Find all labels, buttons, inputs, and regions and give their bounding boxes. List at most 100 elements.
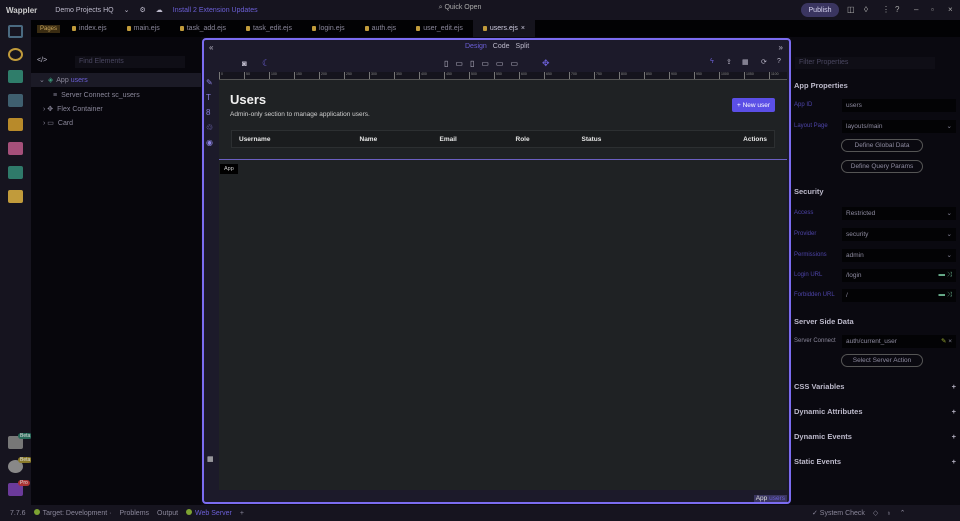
help-icon[interactable]: ?	[895, 5, 899, 14]
minimize-icon[interactable]: –	[914, 5, 918, 14]
section-dynamic-events[interactable]: Dynamic Events+	[794, 432, 956, 441]
tab-login[interactable]: login.ejs	[302, 20, 355, 37]
export-icon[interactable]: ⇪	[726, 58, 732, 66]
col-username: Username	[232, 131, 360, 148]
ruler-tick: 650	[544, 72, 569, 79]
layout-icon[interactable]: ◫	[847, 5, 855, 14]
server-connect-field[interactable]: Server Connectauth/current_user✎ ×	[794, 334, 956, 348]
quick-open[interactable]: ⌕ Quick Open	[405, 4, 515, 16]
project-selector[interactable]: Demo Projects HQ	[55, 7, 113, 14]
tab-user-edit[interactable]: user_edit.ejs	[406, 20, 473, 37]
users-table: Username Name Email Role Status Actions	[231, 130, 775, 148]
device-size-icons[interactable]: ▯▭▯▭▭▭	[444, 59, 525, 68]
move-icon[interactable]: ✥	[542, 58, 550, 69]
ruler-tick: 1050	[744, 72, 769, 79]
layout-page-select[interactable]: Layout Pagelayouts/main⌄	[794, 119, 956, 133]
qr-icon[interactable]: ▦	[742, 58, 749, 66]
ruler-tick: 150	[294, 72, 319, 79]
collapse-left-icon[interactable]: «	[209, 43, 213, 52]
flash-icon[interactable]: ϟ	[710, 58, 714, 65]
col-name: Name	[360, 131, 440, 148]
page-title: Users	[230, 92, 266, 107]
ruler-tick: 250	[344, 72, 369, 79]
pages-icon[interactable]	[8, 25, 23, 38]
ruler-tick: 1000	[719, 72, 744, 79]
gear-icon[interactable]: ⚙	[140, 6, 146, 14]
camera-icon[interactable]: ◙	[242, 59, 247, 68]
access-select[interactable]: AccessRestricted⌄	[794, 206, 956, 220]
maximize-icon[interactable]: ▫	[931, 5, 934, 14]
add-icon[interactable]: +	[240, 510, 244, 517]
drop-icon[interactable]: ◊	[864, 5, 868, 14]
chevron-up-icon[interactable]: ⌃	[900, 509, 906, 517]
component-icon[interactable]: 8	[206, 108, 213, 117]
web-server-tab[interactable]: Web Server	[186, 509, 232, 517]
grid-icon[interactable]: ▦	[207, 455, 214, 463]
ruler-tick: 850	[644, 72, 669, 79]
select-server-action-button[interactable]: Select Server Action	[841, 354, 923, 367]
git-icon[interactable]	[8, 48, 23, 61]
tab-main[interactable]: main.ejs	[117, 20, 170, 37]
eraser-icon[interactable]: ◇	[873, 509, 878, 517]
tree-item-card[interactable]: › ▭Card	[31, 116, 201, 130]
permissions-select[interactable]: Permissionsadmin⌄	[794, 248, 956, 262]
robot-icon[interactable]	[8, 190, 23, 203]
section-static-events[interactable]: Static Events+	[794, 457, 956, 466]
workflow-icon[interactable]	[8, 70, 23, 83]
element-breadcrumb[interactable]: App users	[754, 495, 787, 502]
chevron-down-icon[interactable]: ⌄	[124, 6, 130, 14]
tab-index[interactable]: index.ejs	[62, 20, 117, 37]
define-global-data-button[interactable]: Define Global Data	[841, 139, 923, 152]
app-id-field[interactable]: App IDusers	[794, 98, 956, 112]
edit-icon[interactable]: ✎	[206, 78, 213, 87]
find-elements-input[interactable]: Find Elements	[75, 56, 185, 68]
provider-select[interactable]: Providersecurity⌄	[794, 227, 956, 241]
design-view: « Design Code Split » ◙ ☾ ▯▭▯▭▭▭ ✥ ϟ ⇪ ▦…	[202, 38, 791, 504]
section-css-variables[interactable]: CSS Variables+	[794, 382, 956, 391]
col-status: Status	[582, 131, 657, 148]
refresh-icon[interactable]: ⟳	[761, 58, 767, 66]
clear-icon[interactable]: ♲	[206, 123, 213, 132]
tree-item-app[interactable]: ⌄ ◈App users	[31, 73, 201, 87]
tab-task-edit[interactable]: task_edit.ejs	[236, 20, 302, 37]
output-tab[interactable]: Output	[157, 510, 178, 517]
text-icon[interactable]: T	[206, 93, 213, 102]
collapse-right-icon[interactable]: »	[779, 43, 783, 52]
filter-properties-input[interactable]: Filter Properties	[795, 57, 935, 69]
tree-item-server-connect[interactable]: ≡Server Connect sc_users	[31, 88, 201, 102]
publish-button[interactable]: Publish	[801, 3, 839, 17]
tab-design[interactable]: Design	[465, 43, 487, 50]
new-user-button[interactable]: + New user	[732, 98, 775, 112]
tab-users[interactable]: users.ejs×	[473, 20, 535, 37]
close-icon[interactable]: ×	[948, 5, 953, 14]
help-icon[interactable]: ?	[777, 58, 781, 65]
login-url-field[interactable]: Login URL/login▬ ⤨	[794, 268, 956, 282]
define-query-params-button[interactable]: Define Query Params	[841, 160, 923, 173]
dark-mode-icon[interactable]: ☾	[262, 58, 270, 69]
tab-task-add[interactable]: task_add.ejs	[170, 20, 236, 37]
forbidden-url-field[interactable]: Forbidden URL/▬ ⤨	[794, 288, 956, 302]
eye-icon[interactable]: ◉	[206, 138, 213, 147]
ruler-tick: 800	[619, 72, 644, 79]
api-icon[interactable]	[8, 118, 23, 131]
target-selector[interactable]: Target: Development ·	[34, 509, 112, 517]
cloud-icon[interactable]: ☁	[156, 6, 163, 14]
database-icon[interactable]	[8, 94, 23, 107]
system-check[interactable]: ✓ System Check	[812, 509, 865, 517]
code-icon[interactable]: </>	[37, 57, 47, 64]
more-icon[interactable]: ⋮	[882, 5, 890, 14]
version: 7.7.6	[10, 510, 26, 517]
problems-tab[interactable]: Problems	[119, 510, 149, 517]
ruler-tick: 750	[594, 72, 619, 79]
bug-icon[interactable]: ♁	[886, 510, 891, 517]
section-dynamic-attributes[interactable]: Dynamic Attributes+	[794, 407, 956, 416]
tab-code[interactable]: Code	[493, 43, 510, 50]
tree-item-flex-container[interactable]: › ✥Flex Container	[31, 102, 201, 116]
close-tab-icon[interactable]: ×	[521, 25, 525, 32]
extension-updates-link[interactable]: Install 2 Extension Updates	[173, 7, 258, 14]
tab-split[interactable]: Split	[516, 43, 530, 50]
assets-icon[interactable]	[8, 142, 23, 155]
layers-icon[interactable]	[8, 166, 23, 179]
app-tag: App	[220, 164, 238, 174]
tab-auth[interactable]: auth.ejs	[355, 20, 407, 37]
